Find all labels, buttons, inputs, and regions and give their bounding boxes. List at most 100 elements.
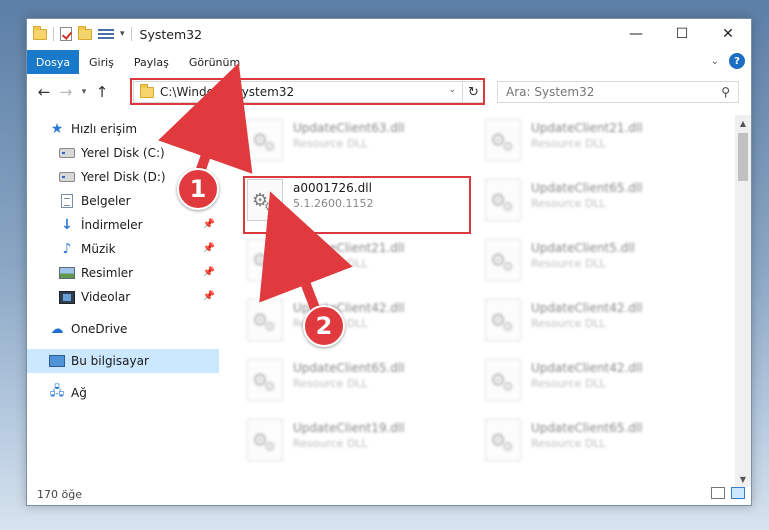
- properties-icon[interactable]: [98, 27, 114, 41]
- file-description: Resource DLL: [293, 437, 368, 450]
- file-description: Resource DLL: [531, 377, 606, 390]
- file-tile-a0001726[interactable]: a0001726.dll 5.1.2600.1152: [247, 179, 479, 233]
- file-description: Resource DLL: [293, 257, 368, 270]
- refresh-button[interactable]: ↻: [463, 81, 485, 103]
- file-description: Resource DLL: [531, 317, 606, 330]
- help-icon[interactable]: ?: [729, 53, 745, 69]
- folder-icon: [140, 83, 154, 98]
- file-name: UpdateClient21.dll: [293, 241, 405, 255]
- file-description: Resource DLL: [531, 137, 606, 150]
- address-bar[interactable]: C:\Windows\System32 ⌄: [133, 81, 463, 103]
- tab-view[interactable]: Görünüm: [179, 50, 250, 74]
- disk-icon: [59, 170, 75, 184]
- item-count: 170 öğe: [37, 487, 82, 501]
- pin-icon[interactable]: 📌: [203, 243, 215, 254]
- file-tile[interactable]: UpdateClient42.dll Resource DLL: [247, 299, 479, 353]
- file-description: Resource DLL: [531, 437, 606, 450]
- music-icon: ♪: [62, 241, 72, 257]
- vertical-scrollbar[interactable]: ▲ ▼: [735, 115, 751, 487]
- dll-file-icon: [247, 419, 283, 461]
- search-icon[interactable]: ⚲: [721, 85, 730, 99]
- view-switcher: [711, 487, 745, 499]
- scroll-up-icon[interactable]: ▲: [735, 115, 751, 131]
- details-view-icon[interactable]: [711, 487, 725, 499]
- file-tile[interactable]: UpdateClient65.dll Resource DLL: [485, 179, 717, 233]
- up-button[interactable]: ↑: [91, 81, 113, 103]
- minimize-button[interactable]: —: [613, 19, 659, 49]
- chevron-down-icon[interactable]: ⌄: [448, 85, 456, 95]
- documents-icon: [59, 194, 75, 208]
- sidebar-item-quick-access[interactable]: ★ Hızlı erişim: [27, 117, 219, 141]
- file-tile[interactable]: UpdateClient21.dll Resource DLL: [485, 119, 717, 173]
- file-tile[interactable]: UpdateClient19.dll Resource DLL: [247, 419, 479, 473]
- file-tile[interactable]: UpdateClient5.dll Resource DLL: [485, 239, 717, 293]
- file-name: UpdateClient63.dll: [293, 121, 405, 135]
- file-tile[interactable]: UpdateClient42.dll Resource DLL: [485, 359, 717, 413]
- status-bar: 170 öğe: [27, 483, 751, 505]
- file-tile[interactable]: UpdateClient21.dll Resource DLL: [247, 239, 479, 293]
- dll-file-icon: [247, 119, 283, 161]
- file-list: UpdateClient63.dll Resource DLL a0001726.…: [237, 115, 733, 481]
- file-tile[interactable]: UpdateClient42.dll Resource DLL: [485, 299, 717, 353]
- sidebar-item-onedrive[interactable]: ☁ OneDrive: [27, 317, 219, 341]
- sidebar-item-videos[interactable]: Videolar 📌: [27, 285, 219, 309]
- tab-share[interactable]: Paylaş: [124, 50, 179, 74]
- sidebar-item-label: Müzik: [81, 242, 116, 256]
- file-name: UpdateClient65.dll: [531, 421, 643, 435]
- pin-icon[interactable]: 📌: [203, 219, 215, 230]
- large-icons-view-icon[interactable]: [731, 487, 745, 499]
- sidebar-item-label: Hızlı erişim: [71, 122, 138, 136]
- sidebar-item-label: Yerel Disk (D:): [81, 170, 166, 184]
- sidebar-item-label: OneDrive: [71, 322, 128, 336]
- sidebar-item-documents[interactable]: Belgeler: [27, 189, 219, 213]
- scroll-thumb[interactable]: [738, 133, 748, 181]
- pin-icon[interactable]: 📌: [203, 267, 215, 278]
- close-button[interactable]: ✕: [705, 19, 751, 49]
- navigation-pane: ★ Hızlı erişim Yerel Disk (C:) Yerel Dis…: [27, 115, 219, 481]
- star-icon: ★: [50, 121, 64, 137]
- toolbar-divider: [130, 27, 132, 41]
- maximize-button[interactable]: ☐: [659, 19, 705, 49]
- file-tile[interactable]: UpdateClient65.dll Resource DLL: [247, 359, 479, 413]
- sidebar-item-network[interactable]: 🖧 Ağ: [27, 381, 219, 405]
- dll-file-icon: [485, 179, 521, 221]
- recent-locations-icon[interactable]: ▾: [77, 81, 91, 103]
- sidebar-item-this-pc[interactable]: Bu bilgisayar: [27, 349, 219, 373]
- file-version: 5.1.2600.1152: [293, 197, 374, 210]
- file-tile[interactable]: UpdateClient63.dll Resource DLL: [247, 119, 479, 173]
- sidebar-item-disk-d[interactable]: Yerel Disk (D:): [27, 165, 219, 189]
- sidebar-item-downloads[interactable]: ↓ İndirmeler 📌: [27, 213, 219, 237]
- expand-ribbon-icon[interactable]: ⌄: [711, 56, 719, 67]
- file-name: UpdateClient5.dll: [531, 241, 635, 255]
- pin-icon[interactable]: 📌: [203, 291, 215, 302]
- address-path: C:\Windows\System32: [160, 85, 295, 99]
- customize-toolbar-icon[interactable]: ▾: [120, 29, 125, 39]
- title-bar: ▾ System32 — ☐ ✕: [27, 19, 751, 49]
- search-box[interactable]: ⚲: [497, 81, 739, 103]
- ribbon-tabs: Dosya Giriş Paylaş Görünüm ⌄ ?: [27, 50, 751, 74]
- properties-check-icon[interactable]: [60, 27, 72, 41]
- sidebar-item-disk-c[interactable]: Yerel Disk (C:): [27, 141, 219, 165]
- back-button[interactable]: ←: [33, 81, 55, 103]
- disk-icon: [59, 146, 75, 160]
- videos-icon: [59, 290, 75, 304]
- quick-access-toolbar: ▾: [27, 19, 132, 49]
- sidebar-item-music[interactable]: ♪ Müzik 📌: [27, 237, 219, 261]
- sidebar-item-label: Videolar: [81, 290, 131, 304]
- window-controls: — ☐ ✕: [613, 19, 751, 49]
- search-input[interactable]: [506, 85, 706, 99]
- file-tile[interactable]: UpdateClient65.dll Resource DLL: [485, 419, 717, 473]
- sidebar-item-label: Bu bilgisayar: [71, 354, 149, 368]
- computer-icon: [49, 354, 65, 368]
- file-name: UpdateClient65.dll: [531, 181, 643, 195]
- file-name: UpdateClient42.dll: [531, 361, 643, 375]
- tab-home[interactable]: Giriş: [79, 50, 124, 74]
- file-description: Resource DLL: [531, 197, 606, 210]
- sidebar-item-pictures[interactable]: Resimler 📌: [27, 261, 219, 285]
- file-name: UpdateClient42.dll: [531, 301, 643, 315]
- new-folder-icon[interactable]: [78, 25, 92, 40]
- tab-file[interactable]: Dosya: [27, 50, 79, 74]
- file-name: UpdateClient42.dll: [293, 301, 405, 315]
- dll-file-icon: [485, 359, 521, 401]
- forward-button[interactable]: →: [55, 81, 77, 103]
